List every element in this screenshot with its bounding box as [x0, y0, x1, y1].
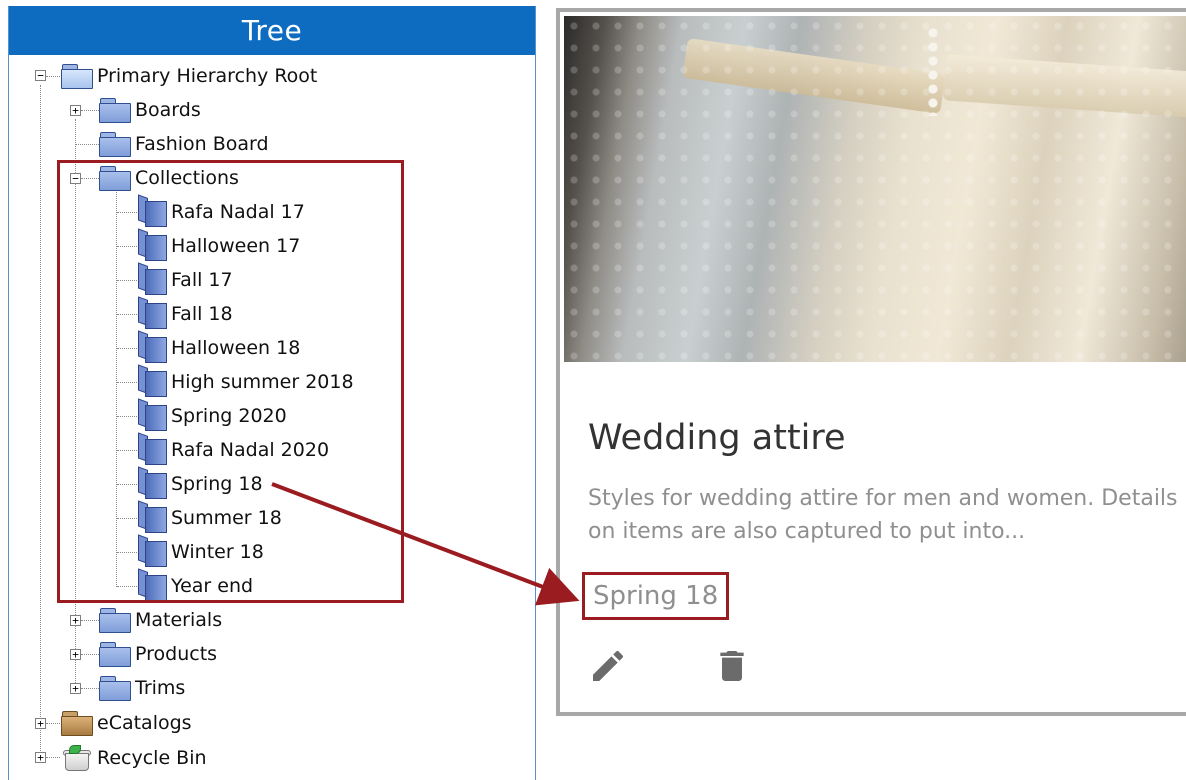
collection-item[interactable]: Summer 18	[137, 500, 282, 533]
tree-node-label: Products	[135, 643, 218, 665]
collection-item[interactable]: Spring 2020	[137, 398, 287, 431]
tree-node-label: Collections	[135, 167, 239, 189]
collection-card[interactable]: Wedding attire Styles for wedding attire…	[556, 8, 1186, 716]
collection-item-label: High summer 2018	[171, 371, 354, 393]
folder-icon	[99, 98, 131, 123]
collection-item[interactable]: Winter 18	[137, 534, 264, 567]
folder-icon	[99, 642, 131, 667]
recycle-bin-icon	[61, 745, 93, 771]
tree-node-label: Trims	[135, 677, 186, 699]
collection-item-label: Fall 17	[171, 269, 233, 291]
card-collection-tag-label: Spring 18	[593, 581, 719, 611]
collection-item[interactable]: High summer 2018	[137, 364, 354, 397]
collection-cube-icon	[137, 296, 167, 329]
collection-item[interactable]: Halloween 17	[137, 228, 301, 261]
collection-cube-icon	[137, 228, 167, 261]
tree-connector	[75, 119, 76, 689]
expander-root[interactable]: −	[35, 70, 46, 81]
collection-cube-icon	[137, 194, 167, 227]
tree-node-products[interactable]: Products	[99, 639, 217, 669]
collection-item[interactable]: Fall 17	[137, 262, 233, 295]
tree-node-materials[interactable]: Materials	[99, 605, 222, 635]
trash-icon	[720, 651, 744, 681]
collection-item-label: Spring 18	[171, 473, 263, 495]
collection-item-label: Spring 2020	[171, 405, 287, 427]
collection-item-label: Halloween 17	[171, 235, 301, 257]
folder-icon	[99, 166, 131, 191]
collection-cube-icon	[137, 398, 167, 431]
expander-trims[interactable]: +	[70, 683, 81, 694]
collection-cube-icon	[137, 262, 167, 295]
expander-materials[interactable]: +	[70, 615, 81, 626]
tree-header: Tree	[9, 6, 535, 55]
pencil-icon	[593, 650, 624, 681]
folder-open-icon	[61, 64, 93, 89]
edit-button[interactable]	[588, 646, 628, 686]
collection-item[interactable]: Halloween 18	[137, 330, 301, 363]
collection-item[interactable]: Rafa Nadal 2020	[137, 432, 330, 465]
card-description: Styles for wedding attire for men and wo…	[588, 486, 1178, 544]
folder-icon	[99, 608, 131, 633]
tree-node-recycle-bin[interactable]: Recycle Bin	[61, 743, 207, 773]
delete-button[interactable]	[712, 646, 752, 686]
collection-item-label: Fall 18	[171, 303, 233, 325]
folder-icon	[99, 676, 131, 701]
collection-cube-icon	[137, 466, 167, 499]
tree-node-label: Recycle Bin	[97, 747, 207, 769]
collection-item-label: Year end	[171, 575, 254, 597]
collection-item-label: Rafa Nadal 2020	[171, 439, 330, 461]
expander-ecatalogs[interactable]: +	[35, 718, 46, 729]
catalog-folder-icon	[61, 711, 93, 736]
collection-item-spring-18[interactable]: Spring 18	[137, 466, 263, 499]
tree-node-fashion-board[interactable]: Fashion Board	[99, 129, 269, 159]
tree-node-root[interactable]: Primary Hierarchy Root	[61, 61, 317, 91]
collection-item[interactable]: Year end	[137, 568, 254, 601]
collection-item-label: Summer 18	[171, 507, 282, 529]
collection-cube-icon	[137, 330, 167, 363]
tree-connector	[40, 85, 41, 761]
tree-node-collections[interactable]: Collections	[99, 163, 239, 193]
card-collection-tag: Spring 18	[582, 572, 730, 620]
tree-node-label: eCatalogs	[97, 712, 192, 734]
collection-item-label: Halloween 18	[171, 337, 301, 359]
tree-connector	[116, 189, 117, 587]
collection-item[interactable]: Rafa Nadal 17	[137, 194, 305, 227]
expander-products[interactable]: +	[70, 649, 81, 660]
tree-node-label: Boards	[135, 99, 201, 121]
tree-node-label: Fashion Board	[135, 133, 269, 155]
collection-cube-icon	[137, 534, 167, 567]
card-title: Wedding attire	[588, 418, 846, 458]
tree-node-ecatalogs[interactable]: eCatalogs	[61, 708, 192, 738]
collection-cube-icon	[137, 568, 167, 601]
tree-node-label: Primary Hierarchy Root	[97, 65, 318, 87]
collection-item[interactable]: Fall 18	[137, 296, 233, 329]
tree-node-boards[interactable]: Boards	[99, 95, 201, 125]
tree-node-trims[interactable]: Trims	[99, 673, 185, 703]
expander-boards[interactable]: +	[70, 105, 81, 116]
folder-icon	[99, 132, 131, 157]
collection-item-label: Rafa Nadal 17	[171, 201, 305, 223]
collection-cube-icon	[137, 432, 167, 465]
collection-cube-icon	[137, 364, 167, 397]
collection-item-label: Winter 18	[171, 541, 264, 563]
tree-panel: Tree − Primary Hierarchy Root + Boards F…	[8, 6, 536, 780]
expander-recycle-bin[interactable]: +	[35, 752, 46, 763]
collection-cube-icon	[137, 500, 167, 533]
card-image	[564, 16, 1186, 362]
expander-collections[interactable]: −	[70, 173, 81, 184]
tree-node-label: Materials	[135, 609, 223, 631]
